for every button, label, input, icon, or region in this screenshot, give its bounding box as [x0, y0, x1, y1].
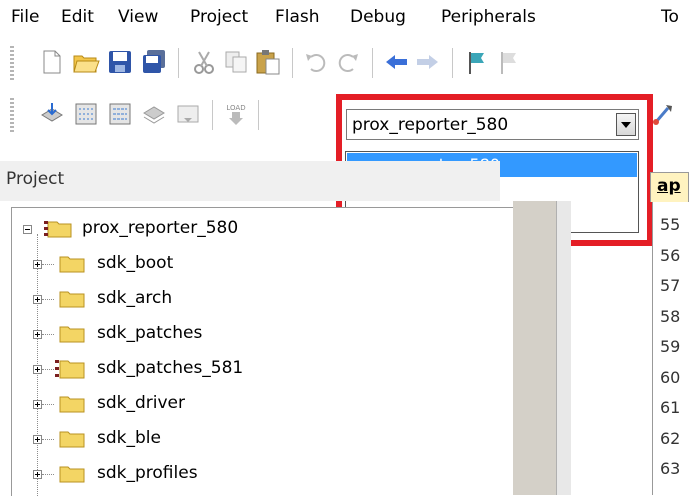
line-number: 61 [660, 398, 681, 417]
toolbar-grip[interactable] [10, 98, 14, 132]
menu-view[interactable]: View [118, 7, 158, 27]
selected-target: prox_reporter_580 [352, 115, 509, 135]
editor-tab-label: ap [657, 176, 681, 196]
navigate-forward-icon[interactable] [414, 48, 442, 76]
tree-group-label: sdk_ble [97, 428, 161, 448]
line-number: 58 [660, 307, 681, 326]
vertical-scrollbar[interactable] [556, 201, 571, 495]
bookmark-next-icon[interactable] [494, 48, 522, 76]
tree-root-label: prox_reporter_580 [82, 218, 239, 238]
expand-icon[interactable] [33, 435, 42, 444]
dropdown-arrow-icon[interactable] [616, 113, 636, 136]
tree-group-label: sdk_boot [97, 253, 174, 273]
folder-icon [59, 326, 85, 343]
tree-group[interactable]: sdk_driver [12, 389, 412, 419]
undo-icon[interactable] [302, 48, 330, 76]
tree-group-label: sdk_driver [97, 393, 186, 413]
folder-icon [59, 431, 85, 448]
target-specific-folder-icon [55, 360, 85, 379]
save-icon[interactable] [106, 48, 134, 76]
tree-group[interactable]: sdk_boot [12, 249, 412, 279]
translate-icon[interactable] [38, 100, 66, 128]
new-file-icon[interactable] [38, 48, 66, 76]
menu-bar: File Edit View Project Flash Debug Perip… [0, 0, 689, 36]
paste-icon[interactable] [254, 48, 282, 76]
line-number: 57 [660, 276, 681, 295]
panel-splitter[interactable] [513, 201, 571, 495]
folder-icon [59, 396, 85, 413]
expand-icon[interactable] [33, 400, 42, 409]
cut-icon[interactable] [190, 48, 218, 76]
line-number: 55 [660, 215, 681, 234]
line-number: 56 [660, 246, 681, 265]
editor-tab[interactable]: ap [650, 172, 689, 202]
tree-group-label: sdk_patches [97, 323, 203, 343]
code-editor[interactable]: 55 56 57 58 59 60 61 62 63 [652, 202, 689, 495]
tree-group[interactable]: sdk_profiles [12, 459, 412, 489]
folder-icon [59, 466, 85, 483]
collapse-icon[interactable] [23, 225, 32, 234]
copy-icon[interactable] [222, 48, 250, 76]
tree-group[interactable]: sdk_arch [12, 284, 412, 314]
stop-build-icon[interactable] [174, 100, 202, 128]
tree-group-label: sdk_patches_581 [97, 358, 244, 378]
tree-group[interactable]: sdk_patches_581 [12, 354, 412, 384]
redo-icon[interactable] [334, 48, 362, 76]
open-folder-icon[interactable] [72, 48, 100, 76]
line-number: 63 [660, 459, 681, 478]
tree-group[interactable]: sdk_ble [12, 424, 412, 454]
menu-peripherals[interactable]: Peripherals [441, 7, 536, 27]
line-number: 59 [660, 337, 681, 356]
load-label: LOAD [226, 104, 245, 112]
save-all-icon[interactable] [140, 48, 168, 76]
line-number: 60 [660, 368, 681, 387]
folder-icon [59, 256, 85, 273]
menu-file[interactable]: File [11, 7, 39, 27]
folder-icon [59, 291, 85, 308]
menu-tools[interactable]: To [661, 7, 679, 27]
menu-edit[interactable]: Edit [61, 7, 94, 27]
tree-group[interactable]: sdk_patches [12, 319, 412, 349]
toolbar-grip[interactable] [10, 46, 14, 80]
tree-group-label: sdk_profiles [97, 463, 198, 483]
download-icon[interactable]: LOAD [222, 100, 250, 128]
target-options-icon[interactable] [650, 100, 678, 128]
tree-root[interactable]: prox_reporter_580 [12, 214, 412, 244]
rebuild-icon[interactable] [106, 100, 134, 128]
project-panel-header: Project [0, 161, 500, 201]
bookmark-flag-icon[interactable] [462, 48, 490, 76]
menu-project[interactable]: Project [190, 7, 248, 27]
expand-icon[interactable] [33, 330, 42, 339]
line-number: 62 [660, 429, 681, 448]
menu-debug[interactable]: Debug [350, 7, 406, 27]
panel-title: Project [6, 169, 65, 189]
batch-build-icon[interactable] [140, 100, 168, 128]
file-toolbar [0, 36, 689, 88]
build-icon[interactable] [72, 100, 100, 128]
project-tree: prox_reporter_580 sdk_boot sdk_arch sdk_… [11, 207, 514, 496]
expand-icon[interactable] [33, 295, 42, 304]
expand-icon[interactable] [33, 260, 42, 269]
expand-icon[interactable] [33, 365, 42, 374]
navigate-back-icon[interactable] [382, 48, 410, 76]
expand-icon[interactable] [33, 470, 42, 479]
select-target-combo[interactable]: prox_reporter_580 [346, 109, 639, 140]
tree-group-label: sdk_arch [97, 288, 173, 308]
menu-flash[interactable]: Flash [275, 7, 320, 27]
target-folder-icon [44, 221, 72, 238]
